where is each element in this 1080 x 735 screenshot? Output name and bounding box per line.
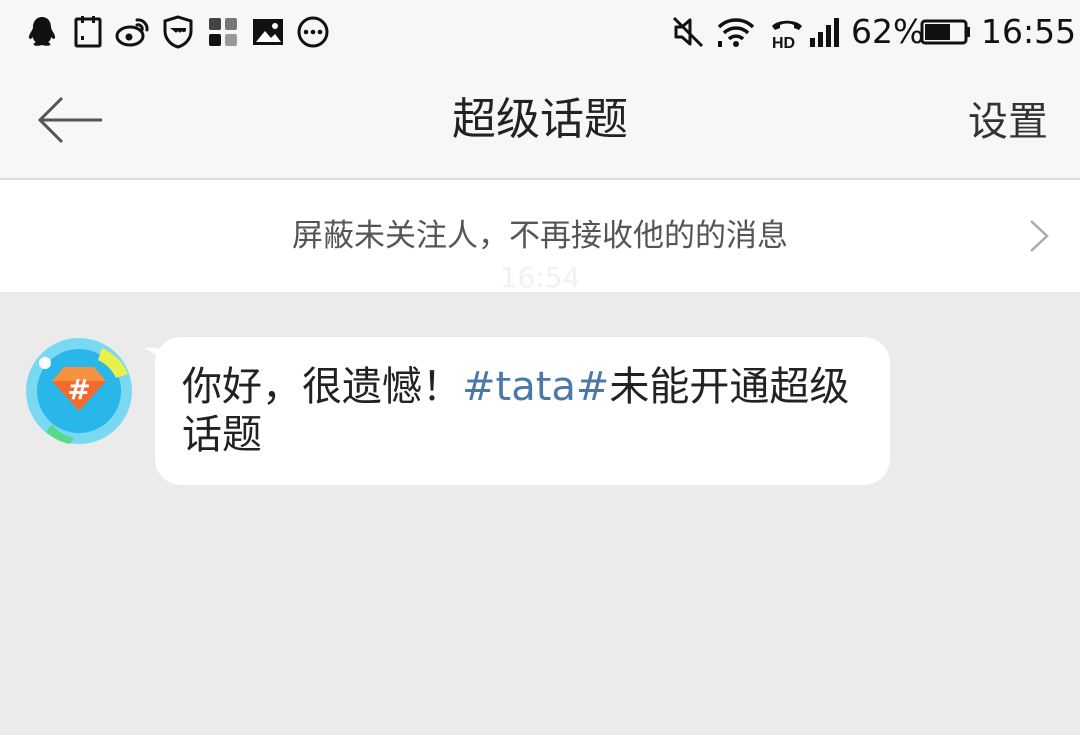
- shield-icon: [163, 15, 193, 49]
- mute-icon: [672, 16, 704, 48]
- page-title: 超级话题: [452, 94, 628, 145]
- svg-text:#: #: [67, 373, 90, 406]
- battery-percent: 62%: [851, 12, 925, 51]
- message-timestamp: 16:54: [499, 261, 581, 294]
- message-text: 你好，很遗憾！#tata#未能开通超级话题: [182, 363, 862, 459]
- more-dots-icon: [297, 16, 329, 48]
- svg-text:HD: HD: [772, 35, 795, 50]
- message-prefix: 你好，很遗憾！: [182, 364, 462, 410]
- weibo-icon: [115, 18, 149, 47]
- settings-button[interactable]: 设置: [968, 96, 1048, 148]
- signal-icon: [810, 18, 839, 47]
- wifi-icon: [717, 18, 755, 47]
- clock: 16:55: [981, 12, 1077, 51]
- status-bar: HD 62% 16:55: [0, 0, 1080, 66]
- topic-link[interactable]: #tata#: [462, 364, 609, 410]
- supertopic-avatar[interactable]: #: [24, 336, 134, 446]
- message-bubble[interactable]: 你好，很遗憾！#tata#未能开通超级话题: [155, 337, 890, 485]
- clipboard-icon: [74, 16, 102, 48]
- title-bar: 超级话题 设置: [0, 66, 1080, 180]
- qq-icon: [28, 17, 56, 46]
- notice-text: 屏蔽未关注人，不再接收他的的消息: [292, 218, 788, 254]
- battery-icon: [920, 19, 970, 45]
- image-icon: [253, 19, 283, 45]
- hd-call-icon: HD: [772, 20, 802, 50]
- apps-icon: [209, 18, 237, 46]
- chevron-right-icon: [1030, 220, 1049, 252]
